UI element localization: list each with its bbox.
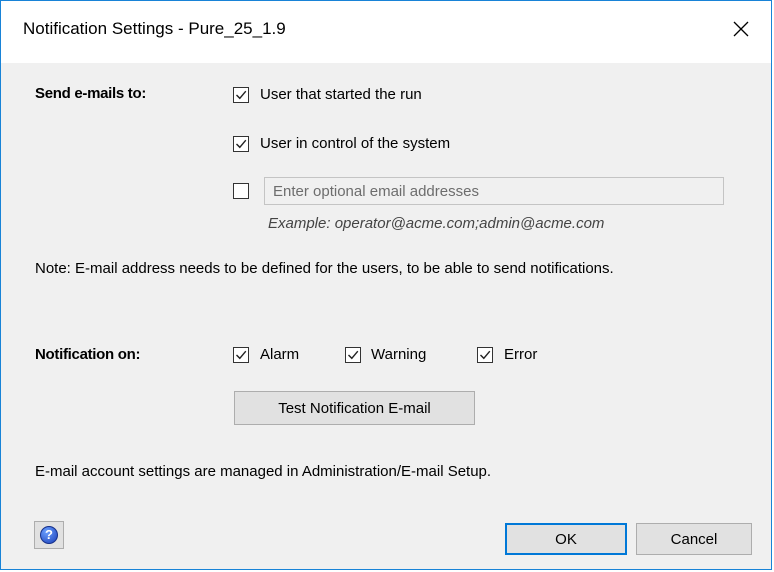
checkmark-icon [236,90,247,100]
alarm-checkbox[interactable] [233,347,249,363]
warning-label: Warning [371,346,427,363]
notification-on-label: Notification on: [35,346,141,363]
checkmark-icon [236,350,247,360]
close-icon [733,21,749,37]
cancel-button[interactable]: Cancel [636,523,752,555]
optional-email-checkbox[interactable] [233,183,249,199]
user-control-checkbox[interactable] [233,136,249,152]
user-started-checkbox[interactable] [233,87,249,103]
help-button[interactable]: ? [34,521,64,549]
checkmark-icon [480,350,491,360]
close-button[interactable] [725,13,757,45]
email-example-text: Example: operator@acme.com;admin@acme.co… [268,215,605,232]
alarm-label: Alarm [260,346,300,363]
error-checkbox[interactable] [477,347,493,363]
checkmark-icon [236,139,247,149]
note-text: Note: E-mail address needs to be defined… [35,260,614,277]
checkmark-icon [348,350,359,360]
user-control-label: User in control of the system [260,135,451,152]
account-settings-note: E-mail account settings are managed in A… [35,463,492,480]
test-notification-button[interactable]: Test Notification E-mail [234,391,475,425]
notification-settings-dialog: Notification Settings - Pure_25_1.9 Send… [0,0,772,570]
ok-button[interactable]: OK [505,523,627,555]
help-icon: ? [40,526,58,544]
user-started-label: User that started the run [260,86,422,103]
warning-checkbox[interactable] [345,347,361,363]
optional-email-input[interactable] [264,177,724,205]
title-bar: Notification Settings - Pure_25_1.9 [1,1,771,63]
error-label: Error [504,346,538,363]
dialog-title: Notification Settings - Pure_25_1.9 [23,19,286,38]
send-emails-label: Send e-mails to: [35,85,147,102]
